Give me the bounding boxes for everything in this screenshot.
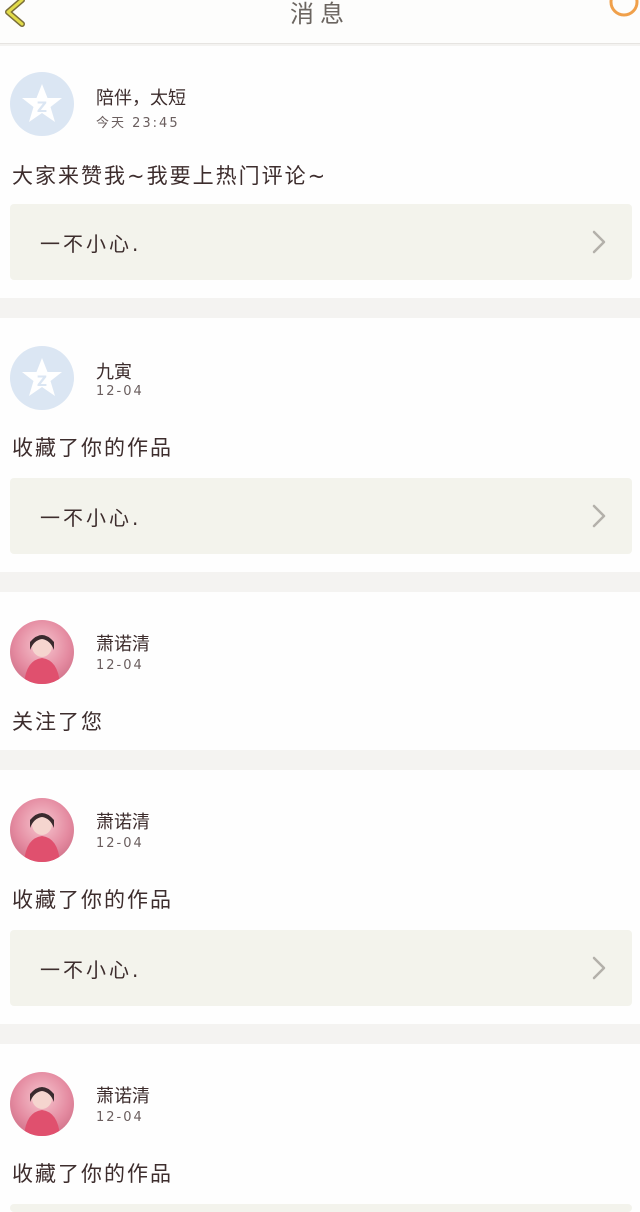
message-text: 关注了您 — [12, 710, 104, 734]
message-text: 大家来赞我~我要上热门评论~ — [12, 164, 328, 188]
message-text: 收藏了你的作品 — [12, 888, 173, 912]
notification-card[interactable]: 萧诺清 12-04 收藏了你的作品 — [0, 1044, 640, 1212]
timestamp: 12-04 — [96, 384, 144, 399]
work-title: 一不小心. — [40, 232, 142, 256]
work-link[interactable]: 一不小心. — [10, 204, 632, 280]
avatar[interactable]: Z — [10, 346, 74, 410]
chevron-right-icon — [592, 230, 606, 254]
default-avatar-star-icon: Z — [22, 84, 62, 122]
message-text: 收藏了你的作品 — [12, 436, 173, 460]
user-photo-avatar — [24, 813, 60, 862]
svg-text:Z: Z — [37, 374, 47, 390]
username[interactable]: 陪伴，太短 — [96, 84, 186, 110]
user-photo-avatar — [24, 635, 60, 684]
top-nav-bar: 消息 — [0, 0, 640, 44]
work-title: 一不小心. — [40, 506, 142, 530]
timestamp: 12-04 — [96, 1110, 144, 1125]
avatar[interactable] — [10, 620, 74, 684]
timestamp: 12-04 — [96, 836, 144, 851]
username[interactable]: 萧诺清 — [96, 630, 150, 656]
avatar[interactable] — [10, 1072, 74, 1136]
work-link[interactable]: 一不小心. — [10, 930, 632, 1006]
notification-card[interactable]: 萧诺清 12-04 收藏了你的作品 一不小心. — [0, 770, 640, 1024]
username[interactable]: 萧诺清 — [96, 1082, 150, 1108]
avatar[interactable]: Z — [10, 72, 74, 136]
notification-card[interactable]: Z 陪伴，太短 今天 23:45 大家来赞我~我要上热门评论~ 一不小心. — [0, 46, 640, 298]
message-text: 收藏了你的作品 — [12, 1162, 173, 1186]
work-title: 一不小心. — [40, 958, 142, 982]
notification-card[interactable]: Z 九寅 12-04 收藏了你的作品 一不小心. — [0, 318, 640, 572]
username[interactable]: 九寅 — [96, 358, 132, 384]
timestamp: 12-04 — [96, 658, 144, 673]
default-avatar-star-icon: Z — [22, 358, 62, 396]
chevron-right-icon — [592, 504, 606, 528]
search-button[interactable] — [600, 0, 640, 30]
timestamp: 今天 23:45 — [96, 116, 180, 131]
user-photo-avatar — [24, 1087, 60, 1136]
avatar[interactable] — [10, 798, 74, 862]
username[interactable]: 萧诺清 — [96, 808, 150, 834]
work-link[interactable]: 一不小心. — [10, 478, 632, 554]
page-title: 消息 — [290, 0, 350, 28]
chevron-right-icon — [592, 956, 606, 980]
svg-text:Z: Z — [37, 100, 47, 116]
work-link[interactable] — [10, 1204, 632, 1212]
notification-card[interactable]: 萧诺清 12-04 关注了您 — [0, 592, 640, 750]
search-icon — [609, 0, 639, 17]
